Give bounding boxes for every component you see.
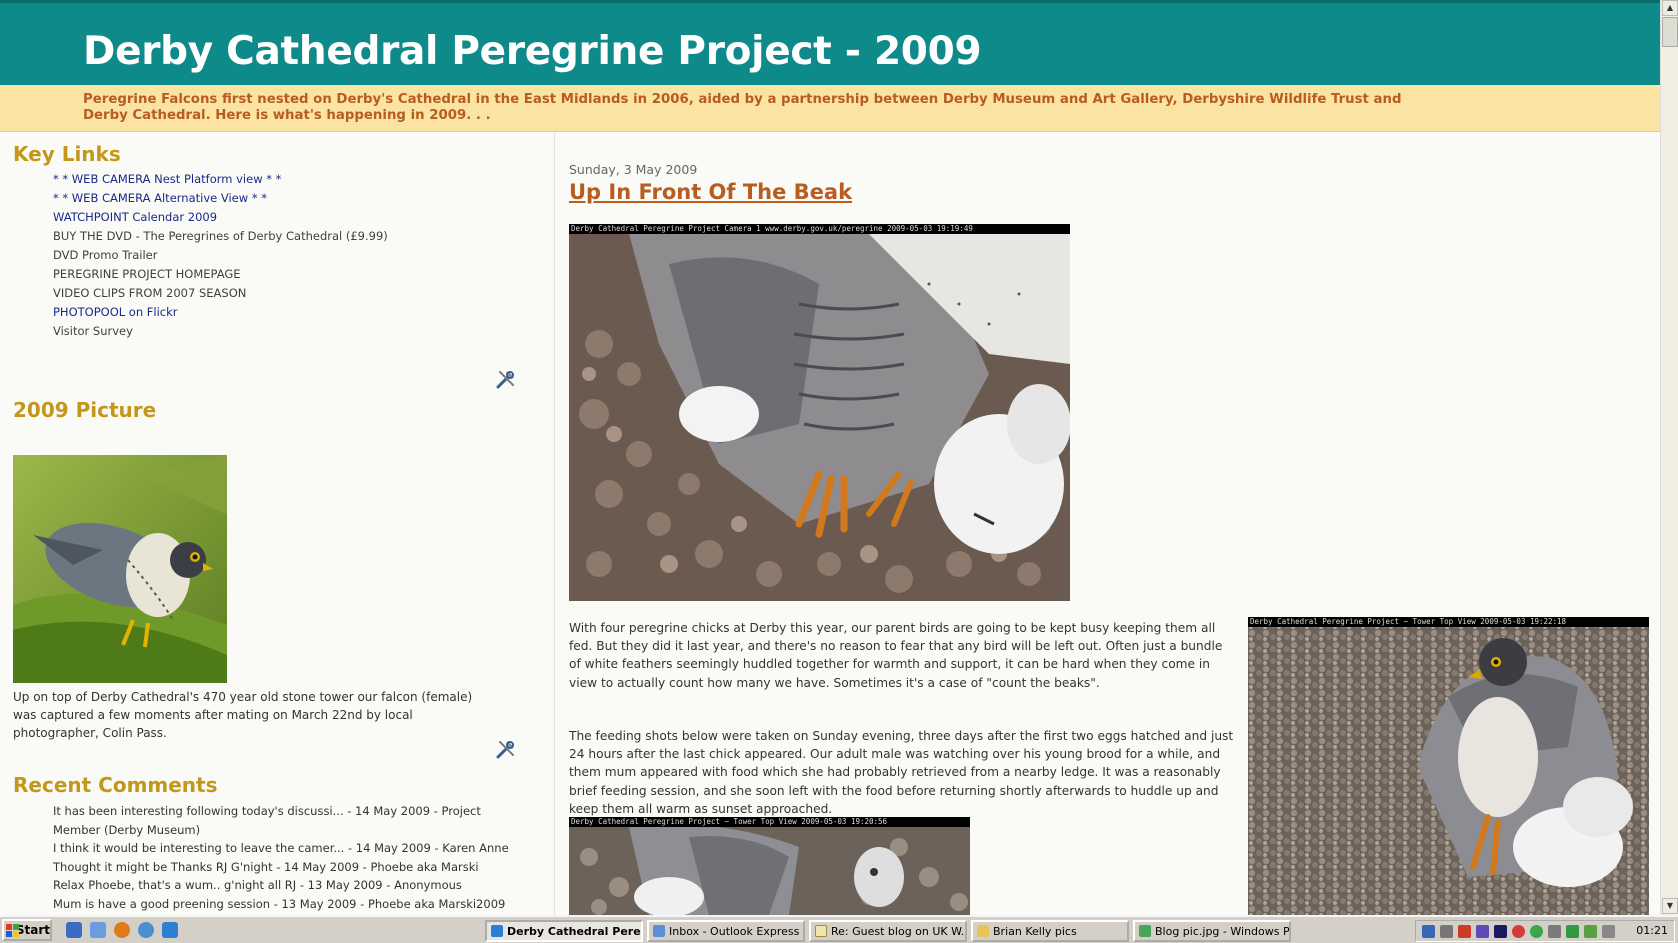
comment-item[interactable]: Mum is have a good preening session - 13… [53, 895, 523, 914]
key-link-label: WATCHPOINT Calendar 2009 [53, 210, 218, 224]
post-date: Sunday, 3 May 2009 [569, 162, 698, 177]
comment-item[interactable]: It has been interesting following today'… [53, 802, 523, 839]
webcam-photo-2[interactable]: Derby Cathedral Peregrine Project ~ Towe… [1248, 617, 1649, 915]
taskbar-clock[interactable]: 01:21 [1636, 924, 1668, 937]
key-link-dvd-trailer[interactable]: DVD Promo Trailer [53, 246, 388, 265]
key-link-homepage[interactable]: PEREGRINE PROJECT HOMEPAGE [53, 265, 388, 284]
key-link-webcam-nest[interactable]: * * WEB CAMERA Nest Platform view * * [53, 170, 388, 189]
key-link-label: DVD Promo Trailer [53, 248, 158, 262]
blog-header: Derby Cathedral Peregrine Project - 2009 [0, 0, 1660, 85]
task-brian-kelly-pics[interactable]: Brian Kelly pics [971, 920, 1129, 942]
update-tray-icon[interactable] [1584, 925, 1597, 938]
display-tray-icon[interactable] [1440, 925, 1453, 938]
ie-icon [491, 925, 503, 937]
picture-heading: 2009 Picture [13, 398, 157, 422]
webcam-photo-1-caption: Derby Cathedral Peregrine Project Camera… [569, 224, 1070, 234]
key-link-label: Visitor Survey [53, 324, 133, 338]
key-link-webcam-alt[interactable]: * * WEB CAMERA Alternative View * * [53, 189, 388, 208]
main-column: Sunday, 3 May 2009 Up In Front Of The Be… [556, 133, 1660, 915]
desktop-quicklaunch-icon[interactable] [66, 922, 82, 938]
browser-quicklaunch-icon[interactable] [138, 922, 154, 938]
recent-comments-list: It has been interesting following today'… [53, 802, 523, 913]
windows-taskbar: Start Derby Cathedral Pere... Inbox - Ou… [0, 915, 1678, 943]
outlook-icon [653, 925, 665, 937]
volume-tray-icon[interactable] [1548, 925, 1561, 938]
scroll-down-button[interactable]: ▼ [1662, 898, 1678, 914]
key-links-list: * * WEB CAMERA Nest Platform view * * * … [53, 170, 388, 341]
webcam-photo-3-caption: Derby Cathedral Peregrine Project ~ Towe… [569, 817, 970, 827]
firefox-quicklaunch-icon[interactable] [114, 922, 130, 938]
webcam-photo-1-image [569, 224, 1070, 601]
browser-viewport: Derby Cathedral Peregrine Project - 2009… [0, 0, 1660, 915]
key-link-buy-dvd[interactable]: BUY THE DVD - The Peregrines of Derby Ca… [53, 227, 388, 246]
comment-item[interactable]: Thought it might be Thanks RJ G'night - … [53, 858, 523, 877]
webcam-photo-2-image [1248, 617, 1649, 915]
key-link-watchpoint[interactable]: WATCHPOINT Calendar 2009 [53, 208, 388, 227]
task-label: Brian Kelly pics [993, 924, 1077, 938]
picture-viewer-icon [1139, 925, 1151, 937]
status-tray-icon[interactable] [1530, 925, 1543, 938]
scroll-thumb[interactable] [1662, 17, 1678, 47]
scroll-up-button[interactable]: ▲ [1662, 0, 1678, 16]
post-paragraph-1: With four peregrine chicks at Derby this… [569, 621, 1223, 690]
key-link-label: * * WEB CAMERA Alternative View * * [53, 191, 267, 205]
windows-logo-icon [6, 923, 19, 937]
task-label: Inbox - Outlook Express ... [669, 924, 805, 938]
task-outlook-inbox[interactable]: Inbox - Outlook Express ... [647, 920, 805, 942]
post-title-link[interactable]: Up In Front Of The Beak [569, 180, 852, 204]
sidebar: Key Links * * WEB CAMERA Nest Platform v… [0, 133, 555, 915]
blog-description: Peregrine Falcons first nested on Derby'… [83, 92, 1402, 123]
speaker-tray-icon[interactable] [1602, 925, 1615, 938]
key-link-video-clips[interactable]: VIDEO CLIPS FROM 2007 SEASON [53, 284, 388, 303]
task-label: Re: Guest blog on UK W... [831, 924, 967, 938]
media-tray-icon[interactable] [1494, 925, 1507, 938]
falcon-photo[interactable] [13, 455, 227, 683]
task-label: Blog pic.jpg - Windows Pi... [1155, 924, 1291, 938]
vertical-scrollbar[interactable]: ▲ ▼ [1660, 0, 1678, 915]
key-link-photopool[interactable]: PHOTOPOOL on Flickr [53, 303, 388, 322]
blog-title[interactable]: Derby Cathedral Peregrine Project - 2009 [83, 29, 982, 74]
webcam-photo-3-image [569, 817, 970, 915]
falcon-photo-image [13, 455, 227, 683]
task-blog-pic[interactable]: Blog pic.jpg - Windows Pi... [1133, 920, 1291, 942]
folder-icon [977, 925, 989, 937]
comment-item[interactable]: Relax Phoebe, that's a wum.. g'night all… [53, 876, 523, 895]
key-link-label: PEREGRINE PROJECT HOMEPAGE [53, 267, 241, 281]
task-guest-blog[interactable]: Re: Guest blog on UK W... [809, 920, 967, 942]
start-button[interactable]: Start [2, 919, 52, 941]
recent-comments-heading: Recent Comments [13, 773, 218, 797]
wireless-tray-icon[interactable] [1566, 925, 1579, 938]
comment-item[interactable]: I think it would be interesting to leave… [53, 839, 523, 858]
webcam-photo-3[interactable]: Derby Cathedral Peregrine Project ~ Towe… [569, 817, 970, 915]
security-tray-icon[interactable] [1458, 925, 1471, 938]
blog-description-bar: Peregrine Falcons first nested on Derby'… [0, 85, 1660, 132]
outlook-quicklaunch-icon[interactable] [90, 922, 106, 938]
key-link-label: VIDEO CLIPS FROM 2007 SEASON [53, 286, 247, 300]
key-links-heading: Key Links [13, 142, 121, 166]
edit-widget-icon[interactable] [495, 368, 517, 390]
mail-message-icon [815, 925, 827, 937]
picture-caption: Up on top of Derby Cathedral's 470 year … [13, 690, 473, 740]
post-paragraph-2: The feeding shots below were taken on Su… [569, 729, 1234, 816]
ie-quicklaunch-icon[interactable] [162, 922, 178, 938]
start-label: Start [15, 923, 50, 937]
app-tray-icon[interactable] [1476, 925, 1489, 938]
antivirus-tray-icon[interactable] [1512, 925, 1525, 938]
edit-widget-icon[interactable] [495, 738, 517, 760]
key-link-label: * * WEB CAMERA Nest Platform view * * [53, 172, 282, 186]
screen: Derby Cathedral Peregrine Project - 2009… [0, 0, 1678, 943]
key-link-visitor-survey[interactable]: Visitor Survey [53, 322, 388, 341]
task-label: Derby Cathedral Pere... [507, 924, 643, 938]
key-link-label: PHOTOPOOL on Flickr [53, 305, 178, 319]
task-derby-cathedral[interactable]: Derby Cathedral Pere... [485, 920, 643, 942]
webcam-photo-2-caption: Derby Cathedral Peregrine Project ~ Towe… [1248, 617, 1649, 627]
system-tray: 01:21 [1415, 920, 1675, 942]
network-tray-icon[interactable] [1422, 925, 1435, 938]
key-link-label: BUY THE DVD - The Peregrines of Derby Ca… [53, 229, 388, 243]
webcam-photo-1[interactable]: Derby Cathedral Peregrine Project Camera… [569, 224, 1070, 601]
